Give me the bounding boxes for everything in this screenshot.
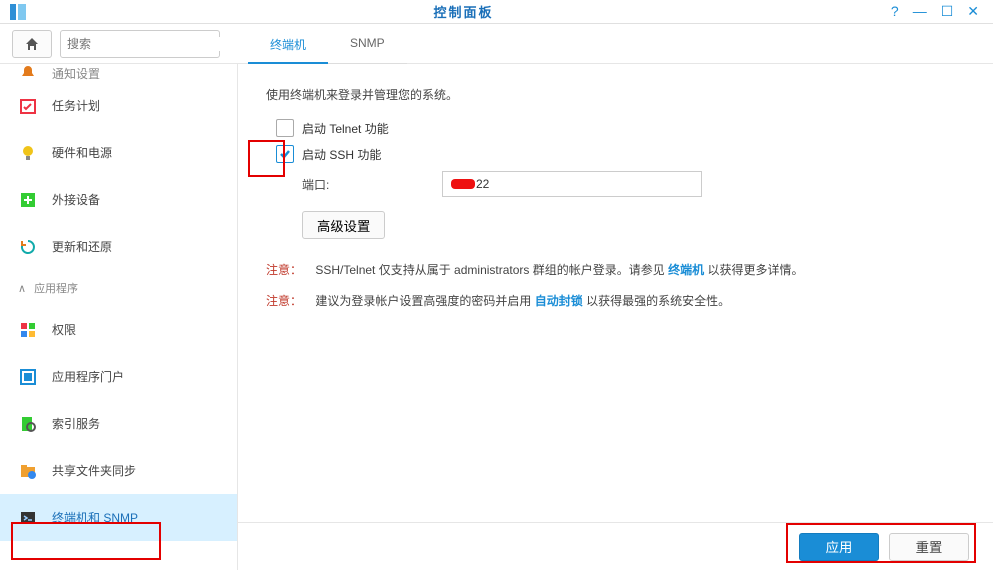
link-terminal-help[interactable]: 终端机 (668, 263, 704, 277)
note-security: 注意： 建议为登录帐户设置高强度的密码并启用 自动封锁 以获得最强的系统安全性。 (266, 292, 965, 309)
sidebar-item-label: 任务计划 (52, 97, 100, 114)
sidebar-item-label: 索引服务 (52, 415, 100, 432)
ssh-label: 启动 SSH 功能 (302, 146, 381, 163)
help-icon[interactable]: ? (891, 3, 899, 20)
telnet-label: 启动 Telnet 功能 (302, 120, 389, 137)
checkbox-telnet[interactable] (276, 119, 294, 137)
port-input[interactable]: 22 (442, 171, 702, 197)
tab-terminal[interactable]: 终端机 (248, 26, 328, 63)
sidebar-item-hardware-power[interactable]: 硬件和电源 (0, 129, 237, 176)
port-label: 端口: (302, 176, 422, 193)
sidebar-section-apps[interactable]: ∧ 应用程序 (0, 270, 237, 306)
content: 使用终端机来登录并管理您的系统。 启动 Telnet 功能 启动 SSH 功能 … (238, 64, 993, 570)
search-input[interactable] (67, 37, 222, 51)
footer: 应用 重置 (238, 522, 993, 570)
folder-sync-icon (18, 461, 38, 481)
sidebar-item-task-scheduler[interactable]: 任务计划 (0, 82, 237, 129)
panel-terminal: 使用终端机来登录并管理您的系统。 启动 Telnet 功能 启动 SSH 功能 … (238, 64, 993, 522)
chevron-up-icon: ∧ (18, 282, 26, 295)
tab-bar: 终端机 SNMP (248, 26, 407, 64)
sidebar-item-terminal-snmp[interactable]: 终端机和 SNMP (0, 494, 237, 541)
sidebar-item-label: 共享文件夹同步 (52, 462, 136, 479)
maximize-icon[interactable]: ☐ (941, 3, 954, 20)
note-admin: 注意： SSH/Telnet 仅支持从属于 administrators 群组的… (266, 261, 965, 278)
toolbar: 终端机 SNMP (0, 24, 993, 64)
sidebar-item-label: 权限 (52, 321, 76, 338)
plus-box-icon (18, 190, 38, 210)
sidebar-item-app-portal[interactable]: 应用程序门户 (0, 353, 237, 400)
sidebar-item-label: 外接设备 (52, 191, 100, 208)
port-redaction (451, 179, 475, 189)
body: 通知设置 任务计划 硬件和电源 外接设备 更新和还原 ∧ 应用程序 权限 (0, 64, 993, 570)
app-icon (0, 0, 36, 24)
bulb-icon (18, 143, 38, 163)
home-button[interactable] (12, 30, 52, 58)
apply-button[interactable]: 应用 (799, 533, 879, 561)
sidebar-item-label: 通知设置 (52, 65, 100, 82)
titlebar: 控制面板 ? — ☐ ✕ (0, 0, 993, 24)
sidebar-item-label: 终端机和 SNMP (52, 509, 138, 526)
sidebar-item-label: 硬件和电源 (52, 144, 112, 161)
sidebar: 通知设置 任务计划 硬件和电源 外接设备 更新和还原 ∧ 应用程序 权限 (0, 64, 238, 570)
intro-text: 使用终端机来登录并管理您的系统。 (266, 86, 965, 103)
sidebar-item-update-restore[interactable]: 更新和还原 (0, 223, 237, 270)
window-icon (18, 367, 38, 387)
terminal-icon (18, 508, 38, 528)
sidebar-item-notifications[interactable]: 通知设置 (0, 64, 237, 82)
search-doc-icon (18, 414, 38, 434)
minimize-icon[interactable]: — (913, 3, 927, 20)
tab-snmp[interactable]: SNMP (328, 26, 407, 63)
checkbox-ssh[interactable] (276, 145, 294, 163)
sidebar-item-label: 更新和还原 (52, 238, 112, 255)
bell-icon (18, 64, 38, 82)
link-auto-block[interactable]: 自动封锁 (535, 294, 583, 308)
advanced-settings-button[interactable]: 高级设置 (302, 211, 385, 239)
refresh-icon (18, 237, 38, 257)
sidebar-item-privileges[interactable]: 权限 (0, 306, 237, 353)
sidebar-item-shared-sync[interactable]: 共享文件夹同步 (0, 447, 237, 494)
grid-icon (18, 320, 38, 340)
sidebar-item-external-devices[interactable]: 外接设备 (0, 176, 237, 223)
sidebar-item-index-service[interactable]: 索引服务 (0, 400, 237, 447)
window-title: 控制面板 (36, 2, 891, 21)
sidebar-item-label: 应用程序门户 (52, 368, 124, 385)
calendar-check-icon (18, 96, 38, 116)
search-box[interactable] (60, 30, 220, 58)
close-icon[interactable]: ✕ (967, 3, 979, 20)
reset-button[interactable]: 重置 (889, 533, 969, 561)
